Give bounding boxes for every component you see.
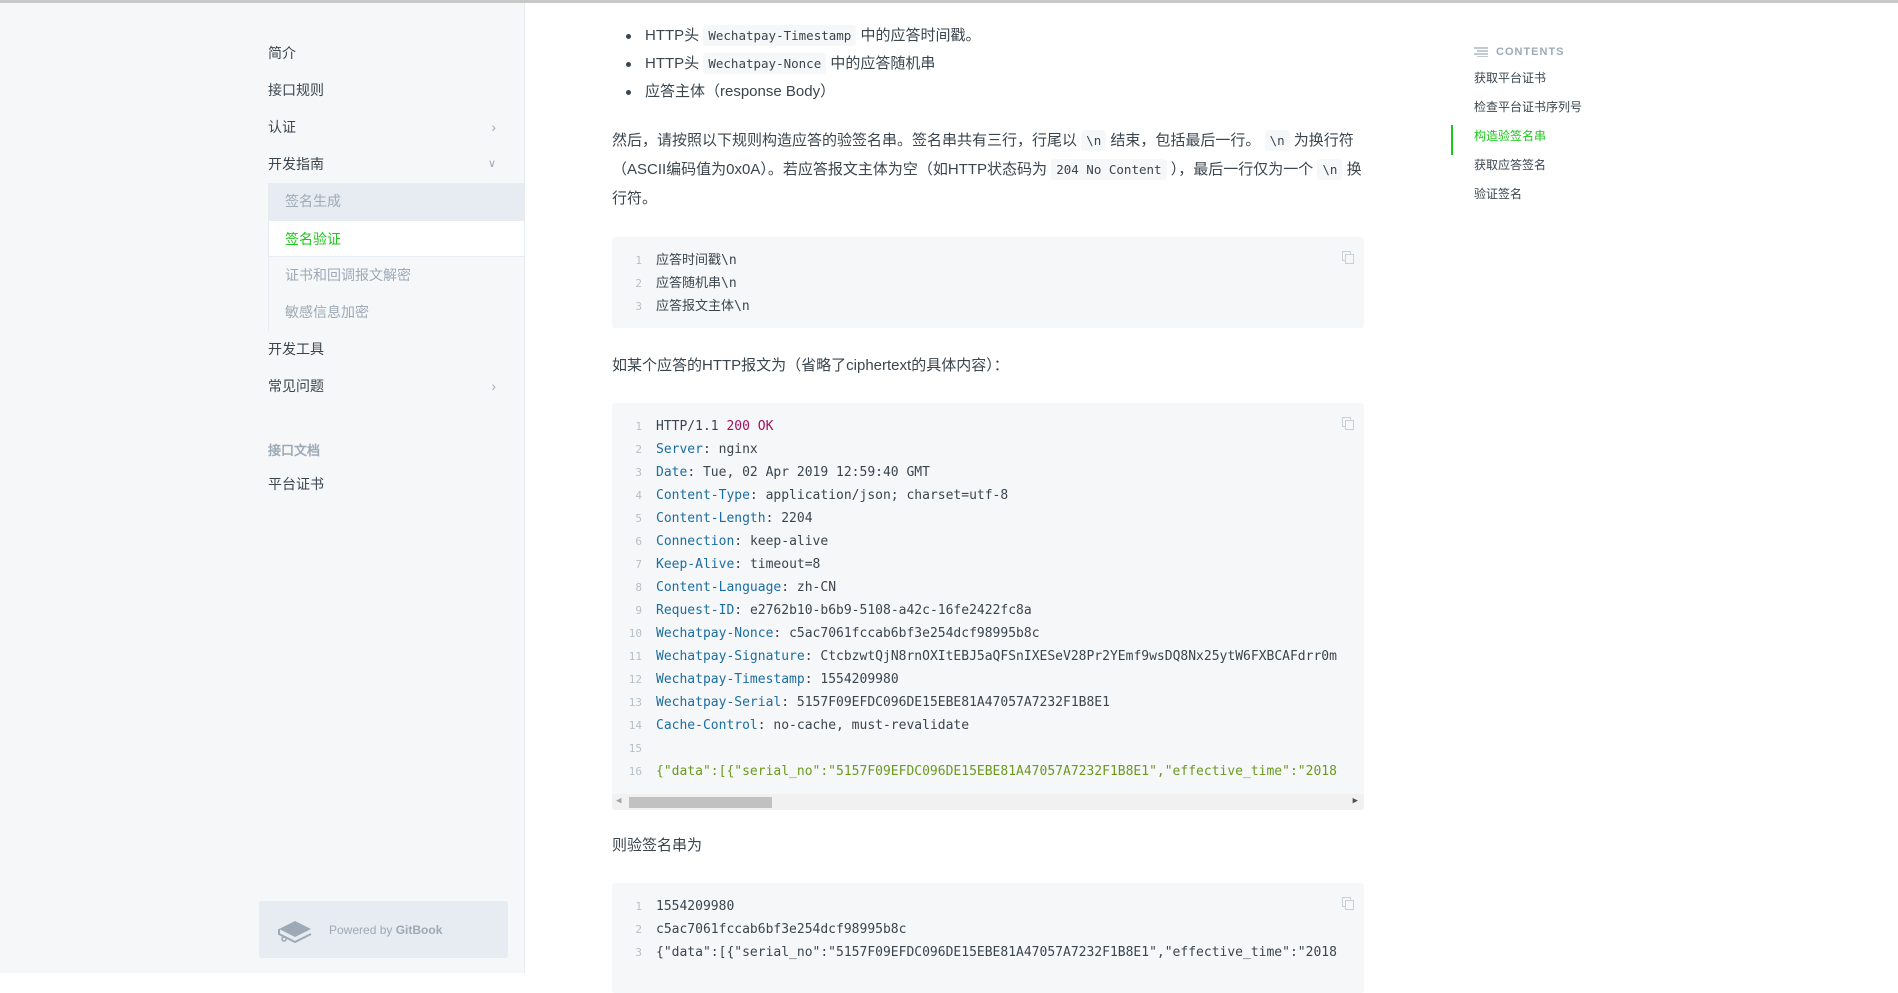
code-line: 16 {"data":[{"serial_no":"5157F09EFDC096D… (612, 760, 1364, 783)
sidebar-subitem-sign-gen[interactable]: 签名生成 (268, 183, 524, 220)
code-line: 4 Content-Type: application/json; charset… (612, 484, 1364, 507)
sidebar-item-platform-cert[interactable]: 平台证书 (268, 466, 524, 503)
list-item: HTTP头 Wechatpay-Timestamp 中的应答时间戳。 (612, 22, 981, 50)
response-parts-list: HTTP头 Wechatpay-Timestamp 中的应答时间戳。 HTTP头… (612, 22, 981, 106)
line-number: 3 (635, 300, 642, 313)
toc-active-indicator (1451, 125, 1453, 155)
code-line: 10 Wechatpay-Nonce: c5ac7061fccab6bf3e254… (612, 622, 1364, 645)
scrollbar-thumb[interactable] (629, 797, 772, 808)
sidebar-item-label: 常见问题 (268, 378, 324, 394)
sidebar-item-rules[interactable]: 接口规则 (268, 72, 524, 109)
sidebar-subitem-sensitive-encrypt[interactable]: 敏感信息加密 (268, 294, 524, 331)
line-number: 1 (635, 420, 642, 433)
line-number: 1 (635, 254, 642, 267)
sidebar-item-dev-guide[interactable]: 开发指南 ∨ (268, 146, 524, 183)
sidebar-item-label: 认证 (268, 119, 296, 135)
line-number: 2 (635, 277, 642, 290)
line-number: 10 (628, 627, 642, 640)
code-line: 2 c5ac7061fccab6bf3e254dcf98995b8c (612, 918, 1364, 941)
line-number: 8 (635, 581, 642, 594)
sidebar-item-label: 简介 (268, 45, 296, 61)
line-number: 16 (628, 765, 642, 778)
line-number: 3 (635, 946, 642, 959)
inline-code: Wechatpay-Timestamp (703, 25, 857, 46)
code-line: 1 1554209980 (612, 895, 1364, 918)
sidebar: 简介 接口规则 认证 › 开发指南 ∨ 签名生成 签名验证 证书和回调报文解密 敏感… (0, 3, 525, 973)
sidebar-subitem-cert-decrypt[interactable]: 证书和回调报文解密 (268, 257, 524, 294)
paragraph-result: 则验签名串为 (612, 837, 703, 854)
line-number: 9 (635, 604, 642, 617)
sidebar-item-faq[interactable]: 常见问题 › (268, 368, 524, 405)
sidebar-item-label: 开发指南 (268, 156, 324, 172)
code-line: 3 应答报文主体\n (612, 295, 1364, 318)
code-line: 14 Cache-Control: no-cache, must-revalida… (612, 714, 1364, 737)
line-number: 1 (635, 900, 642, 913)
line-number: 2 (635, 443, 642, 456)
toc-item[interactable]: 获取平台证书 (1474, 64, 1582, 93)
code-line: 1 HTTP/1.1 200 OK (612, 415, 1364, 438)
scroll-right-arrow-icon[interactable]: ▶ (1353, 796, 1358, 806)
toc-item[interactable]: 验证签名 (1474, 180, 1582, 209)
sidebar-item-dev-tools[interactable]: 开发工具 (268, 331, 524, 368)
code-line: 15 (612, 737, 1364, 760)
gitbook-text: Powered by GitBook (329, 922, 443, 937)
scroll-left-arrow-icon[interactable]: ◀ (616, 796, 621, 806)
code-line: 6 Connection: keep-alive (612, 530, 1364, 553)
chevron-right-icon[interactable]: › (491, 368, 496, 405)
sidebar-item-auth[interactable]: 认证 › (268, 109, 524, 146)
line-number: 13 (628, 696, 642, 709)
code-line: 13 Wechatpay-Serial: 5157F09EFDC096DE15EB… (612, 691, 1364, 714)
toc-header: CONTENTS (1474, 40, 1582, 64)
toc-item[interactable]: 获取应答签名 (1474, 151, 1582, 180)
toc-item[interactable]: 检查平台证书序列号 (1474, 93, 1582, 122)
code-line: 3 {"data":[{"serial_no":"5157F09EFDC096DE… (612, 941, 1364, 964)
paragraph-example: 如某个应答的HTTP报文为（省略了ciphertext的具体内容）： (612, 357, 1009, 374)
line-number: 7 (635, 558, 642, 571)
line-number: 3 (635, 466, 642, 479)
gitbook-logo-icon (278, 920, 312, 943)
chevron-right-icon[interactable]: › (491, 109, 496, 146)
line-number: 15 (628, 742, 642, 755)
code-line: 9 Request-ID: e2762b10-b6b9-5108-a42c-16f… (612, 599, 1364, 622)
list-icon (1474, 47, 1488, 57)
line-number: 14 (628, 719, 642, 732)
line-number: 12 (628, 673, 642, 686)
line-number: 11 (628, 650, 642, 663)
line-number: 2 (635, 923, 642, 936)
toc-item[interactable]: 构造验签名串 (1474, 122, 1582, 151)
line-number: 5 (635, 512, 642, 525)
paragraph-rules: 然后，请按照以下规则构造应答的验签名串。签名串共有三行，行尾以 \n 结束，包括… (612, 130, 1362, 207)
sidebar-item-label: 平台证书 (268, 476, 324, 492)
code-line: 8 Content-Language: zh-CN (612, 576, 1364, 599)
list-item: 应答主体（response Body） (612, 78, 981, 106)
horizontal-scrollbar[interactable]: ◀ ▶ (612, 794, 1364, 810)
line-number: 4 (635, 489, 642, 502)
sidebar-subitem-sign-verify[interactable]: 签名验证 (268, 220, 524, 257)
inline-code: Wechatpay-Nonce (703, 53, 827, 74)
code-block-http-response: 1 HTTP/1.1 200 OK 2 Server: nginx 3 Date: Tue… (612, 403, 1364, 810)
code-line: 3 Date: Tue, 02 Apr 2019 12:59:40 GMT (612, 461, 1364, 484)
code-line: 12 Wechatpay-Timestamp: 1554209980 (612, 668, 1364, 691)
chevron-down-icon[interactable]: ∨ (488, 146, 496, 183)
sidebar-item-intro[interactable]: 简介 (268, 35, 524, 72)
sidebar-item-label: 开发工具 (268, 341, 324, 357)
code-line: 5 Content-Length: 2204 (612, 507, 1364, 530)
code-line: 11 Wechatpay-Signature: CtcbzwtQjN8rnOXIt… (612, 645, 1364, 668)
list-item: HTTP头 Wechatpay-Nonce 中的应答随机串 (612, 50, 981, 78)
code-block-format: 1 应答时间戳\n 2 应答随机串\n 3 应答报文主体\n (612, 237, 1364, 328)
sidebar-group-title: 接口文档 (268, 443, 321, 458)
line-number: 6 (635, 535, 642, 548)
code-line: 7 Keep-Alive: timeout=8 (612, 553, 1364, 576)
code-line: 2 应答随机串\n (612, 272, 1364, 295)
code-block-sign-string: 1 1554209980 2 c5ac7061fccab6bf3e254dcf9899… (612, 883, 1364, 993)
code-line: 2 Server: nginx (612, 438, 1364, 461)
table-of-contents: CONTENTS 获取平台证书 检查平台证书序列号 构造验签名串 获取应答签名 验证签名 (1451, 40, 1582, 209)
sidebar-item-label: 接口规则 (268, 82, 324, 98)
code-line: 1 应答时间戳\n (612, 249, 1364, 272)
powered-by-gitbook-link[interactable]: Powered by GitBook (259, 901, 508, 958)
